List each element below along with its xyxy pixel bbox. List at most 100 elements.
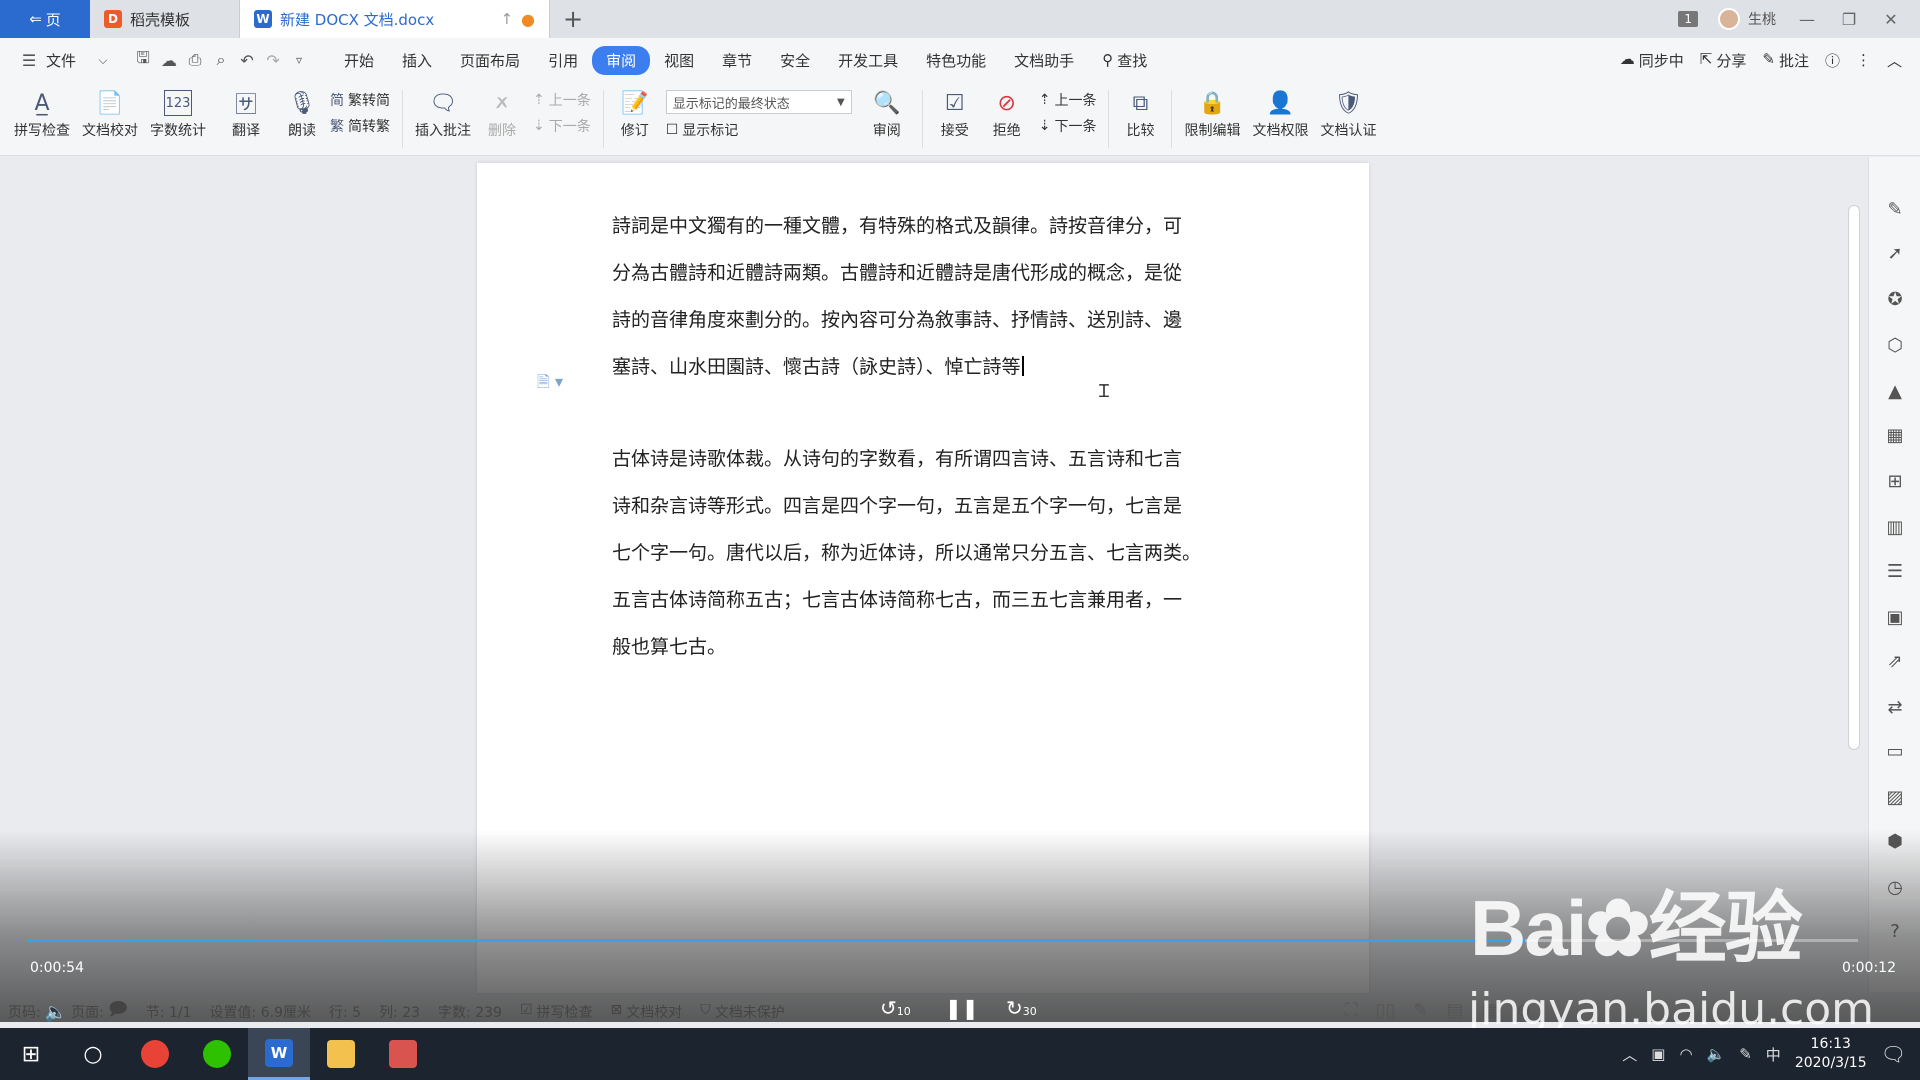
insert-comment-button[interactable]: 🗨 插入批注 — [409, 86, 477, 140]
start-button[interactable]: ⊞ — [0, 1028, 62, 1080]
menu-doc-assistant[interactable]: 文档助手 — [1000, 46, 1088, 75]
translate-button[interactable]: 🈂 翻译 — [212, 86, 280, 140]
menu-review[interactable]: 审阅 — [592, 45, 651, 75]
reject-button[interactable]: ⊘ 拒绝 — [981, 86, 1033, 140]
taskbar-wps-writer[interactable]: W — [248, 1028, 310, 1080]
next-comment-button[interactable]: ⇣ 下一条 — [533, 116, 591, 136]
sliders-icon[interactable]: ☰ — [1883, 561, 1907, 585]
pen-icon[interactable]: ✎ — [1883, 199, 1907, 223]
customize-toolbar-icon[interactable]: ▿ — [286, 53, 312, 67]
image-library-icon[interactable]: ▣ — [1883, 607, 1907, 631]
redo-icon[interactable]: ↷ — [260, 51, 286, 70]
search-button[interactable]: ⚲ 查找 — [1088, 46, 1161, 75]
simp-to-trad-button[interactable]: 繁简转繁 — [330, 116, 390, 136]
accept-button[interactable]: ☑ 接受 — [929, 86, 981, 140]
vertical-scrollbar-thumb[interactable] — [1848, 205, 1860, 750]
restrict-edit-button[interactable]: 🔒 限制编辑 — [1178, 86, 1246, 140]
fullscreen-icon[interactable]: ⛶ — [1345, 1000, 1358, 1021]
window-count-badge[interactable]: 1 — [1678, 11, 1698, 27]
subtitles-icon[interactable]: 🗩 — [108, 997, 128, 1027]
upload-arrow-icon[interactable]: ↑ — [500, 10, 513, 28]
cloud-save-icon[interactable]: ☁ — [156, 51, 182, 70]
prev-comment-button[interactable]: ⇡ 上一条 — [533, 90, 591, 110]
menu-file[interactable]: 文件 — [42, 46, 90, 75]
tray-expand-icon[interactable]: ︿ — [1622, 1044, 1637, 1065]
wifi-icon[interactable]: ◠ — [1679, 1045, 1692, 1063]
print-icon[interactable]: ⎙ — [182, 50, 208, 70]
more-icon[interactable]: ⋮ — [1856, 51, 1871, 69]
action-center-icon[interactable]: 🗨 — [1881, 1042, 1906, 1066]
taskbar-wechat[interactable] — [186, 1028, 248, 1080]
edit-view-icon[interactable]: ✎ — [1413, 1000, 1428, 1021]
menu-page-layout[interactable]: 页面布局 — [446, 46, 534, 75]
paragraph-format-icon[interactable]: 🗎 ▾ — [537, 371, 563, 398]
menu-chapter[interactable]: 章节 — [708, 46, 766, 75]
forward-button[interactable]: ↻30 — [1006, 996, 1037, 1020]
pointer-icon[interactable]: ➚ — [1883, 243, 1907, 267]
menu-security[interactable]: 安全 — [766, 46, 824, 75]
pause-button[interactable]: ❚❚ — [945, 996, 979, 1020]
tab-new-docx[interactable]: W 新建 DOCX 文档.docx ↑ ● — [240, 0, 550, 38]
home-tab[interactable]: ⇐ 页 — [0, 0, 90, 38]
bar-chart-icon[interactable]: ▥ — [1883, 517, 1907, 541]
doc-certify-button[interactable]: 🛡 文档认证 — [1314, 86, 1382, 140]
minimize-button[interactable]: — — [1796, 10, 1818, 29]
network-adapter-icon[interactable]: ▣ — [1651, 1045, 1665, 1063]
badge-icon[interactable]: ✪ — [1883, 289, 1907, 313]
status-unprotected[interactable]: ⛉ 文档未保护 — [700, 1002, 785, 1022]
compare-button[interactable]: ⧉ 比较 — [1115, 86, 1165, 140]
taskbar-file-explorer[interactable] — [310, 1028, 372, 1080]
menu-insert[interactable]: 插入 — [388, 46, 446, 75]
status-spell-check[interactable]: ☑ 拼写检查 — [520, 1002, 593, 1022]
export-icon[interactable]: ⇗ — [1883, 651, 1907, 675]
sync-button[interactable]: ☁ 同步中 — [1620, 50, 1684, 71]
next-change-button[interactable]: ⇣ 下一条 — [1039, 116, 1097, 136]
cortana-button[interactable]: ○ — [62, 1028, 124, 1080]
user-account[interactable]: 生桃 — [1718, 8, 1776, 30]
help-icon[interactable]: ⓘ — [1825, 50, 1840, 71]
page-view-icon[interactable]: ▤ — [1447, 1000, 1464, 1021]
read-aloud-button[interactable]: 🎙 朗读 — [280, 86, 324, 140]
show-markup-button[interactable]: ☐ 显示标记 — [666, 120, 852, 140]
taskbar-media-app[interactable] — [372, 1028, 434, 1080]
save-icon[interactable]: 🖫 — [130, 47, 156, 74]
menu-references[interactable]: 引用 — [534, 46, 592, 75]
menu-special-features[interactable]: 特色功能 — [912, 46, 1000, 75]
revise-button[interactable]: 📝 修订 — [610, 86, 660, 140]
translate-side-icon[interactable]: ⇄ — [1883, 697, 1907, 721]
menu-developer-tools[interactable]: 开发工具 — [824, 46, 912, 75]
table-icon[interactable]: ▦ — [1883, 425, 1907, 449]
prev-change-button[interactable]: ⇡ 上一条 — [1039, 90, 1097, 110]
paragraph-poetry-traditional[interactable]: 詩詞是中文獨有的一種文體，有特殊的格式及韻律。詩按音律分，可 分為古體詩和近體詩… — [612, 203, 1237, 391]
spell-check-button[interactable]: A̲ 拼写检查 — [8, 86, 76, 140]
menu-start[interactable]: 开始 — [330, 46, 388, 75]
comment-button[interactable]: ✎ 批注 — [1762, 50, 1809, 71]
word-count-button[interactable]: 123 字数统计 — [144, 86, 212, 140]
grid-apps-icon[interactable]: ⊞ — [1883, 471, 1907, 495]
undo-icon[interactable]: ↶ — [234, 51, 260, 70]
taskbar-chrome[interactable] — [124, 1028, 186, 1080]
rewind-button[interactable]: ↺10 — [880, 996, 911, 1020]
shapes-icon[interactable]: ⬡ — [1883, 335, 1907, 359]
collapse-ribbon-icon[interactable]: ︿ — [1887, 50, 1902, 71]
pen-tray-icon[interactable]: ✎ — [1739, 1045, 1752, 1063]
display-state-select[interactable]: 显示标记的最终状态 ▼ — [665, 90, 852, 114]
book-view-icon[interactable]: ▯▯ — [1376, 1000, 1396, 1021]
add-tab-button[interactable]: + — [550, 0, 596, 38]
taskbar-clock[interactable]: 16:13 2020/3/15 — [1795, 1035, 1867, 1073]
picture-icon[interactable]: ▨ — [1883, 787, 1907, 811]
trad-to-simp-button[interactable]: 简繁转简 — [330, 90, 390, 110]
print-preview-icon[interactable]: ⌕ — [208, 50, 234, 70]
share-button[interactable]: ⇱ 分享 — [1700, 50, 1747, 71]
close-button[interactable]: ✕ — [1880, 10, 1902, 29]
status-doc-proof[interactable]: ⊠ 文档校对 — [611, 1002, 683, 1022]
restore-button[interactable]: ❐ — [1838, 10, 1860, 29]
tab-daoke-template[interactable]: D 稻壳模板 — [90, 0, 240, 38]
menu-view[interactable]: 视图 — [650, 46, 708, 75]
volume-icon[interactable]: 🔈 — [45, 1002, 67, 1023]
doc-proof-button[interactable]: 📄 文档校对 — [76, 86, 144, 140]
ime-indicator[interactable]: 中 — [1766, 1044, 1781, 1065]
status-word-count[interactable]: 字数: 239 — [438, 1002, 502, 1022]
chevron-down-icon[interactable]: ⌵ — [90, 53, 116, 68]
style-icon[interactable]: ▲ — [1883, 381, 1907, 405]
